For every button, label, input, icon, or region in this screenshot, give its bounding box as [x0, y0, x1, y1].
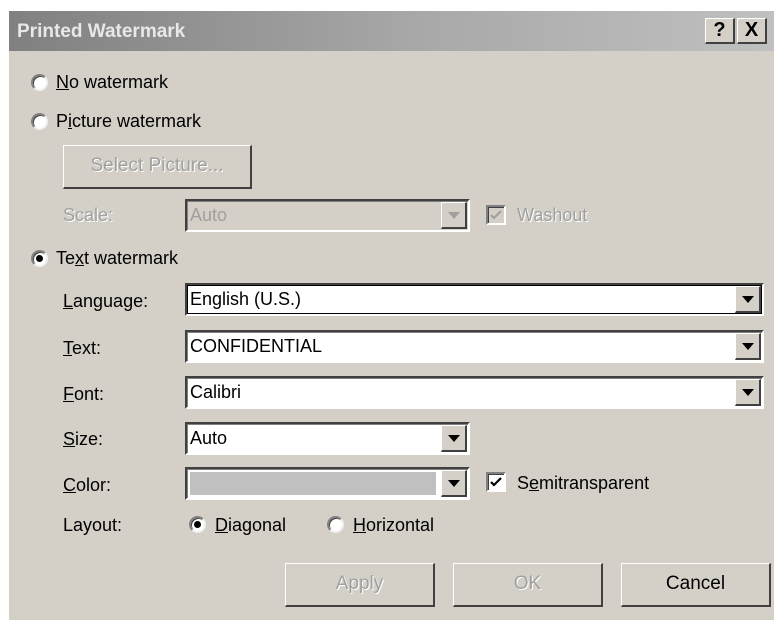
apply-button[interactable]: Apply: [285, 563, 435, 607]
text-label: Text:: [63, 338, 102, 358]
radio-selected-dot: [36, 255, 43, 262]
scale-value: Auto: [190, 205, 228, 225]
language-label: Language:: [63, 291, 149, 311]
text-watermark-label: Text watermark: [56, 248, 179, 268]
size-dropdown-button[interactable]: [441, 425, 467, 452]
chevron-down-icon: [742, 389, 754, 396]
chevron-down-icon: [742, 343, 754, 350]
language-dropdown-button[interactable]: [735, 286, 761, 313]
text-watermark-radio[interactable]: [31, 250, 48, 267]
text-dropdown-button[interactable]: [735, 333, 761, 360]
color-dropdown[interactable]: [185, 467, 470, 500]
layout-diagonal-radio[interactable]: [189, 516, 206, 533]
title-bar: Printed Watermark ? X: [9, 11, 774, 51]
text-combobox[interactable]: CONFIDENTIAL: [185, 330, 764, 363]
help-button[interactable]: ?: [705, 18, 735, 44]
font-label: Font:: [63, 384, 105, 404]
font-dropdown[interactable]: Calibri: [185, 376, 764, 409]
semitransparent-label: Semitransparent: [517, 473, 650, 493]
checkmark-icon: [490, 477, 502, 487]
checkmark-icon: [490, 210, 502, 220]
color-label: Color:: [63, 475, 112, 495]
chevron-down-icon: [448, 480, 460, 487]
washout-checkbox[interactable]: [486, 205, 506, 225]
layout-horizontal-radio[interactable]: [327, 516, 344, 533]
layout-horizontal-label: Horizontal: [353, 515, 435, 535]
size-value: Auto: [190, 428, 228, 448]
chevron-down-icon: [742, 296, 754, 303]
layout-diagonal-label: Diagonal: [215, 515, 287, 535]
ok-button[interactable]: OK: [453, 563, 603, 607]
chevron-down-icon: [448, 435, 460, 442]
color-dropdown-button[interactable]: [441, 470, 467, 497]
printed-watermark-dialog: Printed Watermark ? X No watermark Pictu…: [8, 10, 774, 620]
cancel-button[interactable]: Cancel: [621, 563, 771, 607]
picture-watermark-radio[interactable]: [31, 113, 48, 130]
language-value: English (U.S.): [190, 289, 302, 309]
no-watermark-label: No watermark: [56, 72, 169, 92]
washout-label: Washout: [517, 205, 588, 225]
size-label: Size:: [63, 429, 104, 449]
layout-label: Layout:: [63, 515, 123, 535]
close-button[interactable]: X: [737, 18, 767, 44]
scale-label: Scale:: [63, 205, 114, 225]
picture-watermark-label: Picture watermark: [56, 111, 202, 131]
scale-dropdown[interactable]: Auto: [185, 199, 470, 232]
language-dropdown[interactable]: English (U.S.): [185, 283, 764, 316]
radio-selected-dot: [194, 521, 201, 528]
semitransparent-checkbox[interactable]: [486, 472, 506, 492]
font-dropdown-button[interactable]: [735, 379, 761, 406]
size-dropdown[interactable]: Auto: [185, 422, 470, 455]
color-swatch: [190, 472, 436, 495]
scale-dropdown-button[interactable]: [441, 202, 467, 229]
chevron-down-icon: [448, 212, 460, 219]
font-value: Calibri: [190, 382, 242, 402]
text-value: CONFIDENTIAL: [190, 336, 323, 356]
no-watermark-radio[interactable]: [31, 74, 48, 91]
select-picture-button[interactable]: Select Picture...: [63, 145, 252, 189]
dialog-title: Printed Watermark: [17, 21, 186, 42]
